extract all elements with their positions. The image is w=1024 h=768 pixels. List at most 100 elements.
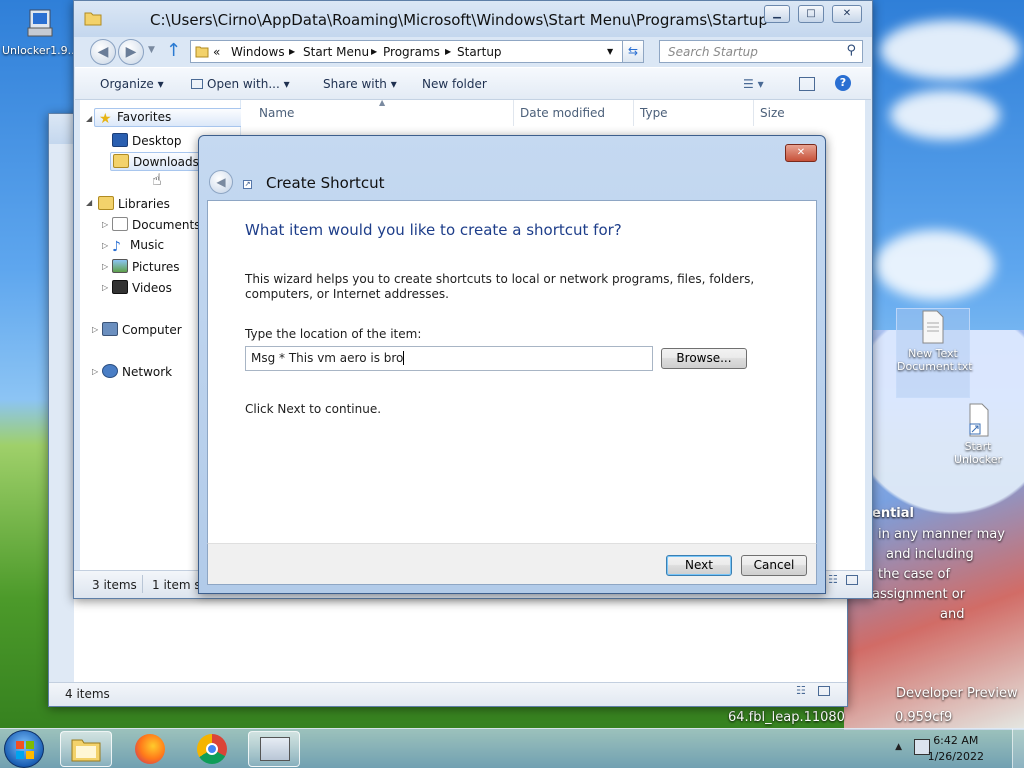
recent-pages-chevron-icon[interactable]: ▼ [148,45,155,55]
show-desktop-button[interactable] [1012,729,1024,768]
nav-music[interactable]: ♪ Music [112,238,164,255]
nav-libraries[interactable]: Libraries [98,196,170,211]
large-icons-view-icon[interactable] [846,575,858,585]
breadcrumb-separator-icon: ▶ [289,47,296,56]
breadcrumb-overflow[interactable]: « [213,45,220,59]
clock-date: 1/26/2022 [927,750,984,763]
expand-arrow-icon[interactable]: ◢ [86,114,92,123]
nav-videos[interactable]: Videos [112,280,172,295]
mouse-cursor-icon: ☝ [152,170,162,189]
breadcrumb-item[interactable]: Windows [231,45,285,59]
desktop-icon-unlocker-installer[interactable]: Unlocker1.9... [2,6,78,57]
location-input-value: Msg * This vm aero is bro [251,351,404,365]
overlay-line: 64.fbl_leap.11080 [728,710,845,725]
breadcrumb-item[interactable]: Start Menu [303,45,369,59]
column-date-modified[interactable]: Date modified [520,106,605,120]
taskbar-chrome[interactable] [186,731,238,767]
shortcut-file-icon [969,403,989,437]
tray-overflow-icon[interactable]: ▲ [895,742,902,752]
window-frame-edge [49,144,74,682]
music-icon: ♪ [112,239,121,255]
computer-icon [102,322,118,336]
large-icons-view-icon[interactable] [818,686,830,696]
preview-pane-icon[interactable] [799,77,815,91]
create-shortcut-dialog[interactable]: ✕ ◀ ↗ Create Shortcut What item would yo… [198,135,826,594]
start-button[interactable] [4,730,44,768]
overlay-line: and [940,607,965,622]
back-button[interactable]: ◀ [90,39,116,65]
share-with-menu[interactable]: Share with ▾ [323,77,397,91]
open-with-icon [191,79,203,89]
address-dropdown-icon[interactable]: ▼ [607,47,613,56]
details-view-icon[interactable]: ☷ [828,573,838,586]
minimize-button[interactable]: ▁ [764,5,790,23]
breadcrumb-separator-icon: ▶ [445,47,452,56]
taskbar-shortcut-wizard[interactable] [248,731,300,767]
breadcrumb-item[interactable]: Startup [457,45,502,59]
folder-icon [195,46,209,58]
back-button[interactable]: ◀ [209,170,233,194]
expand-arrow-icon[interactable]: ▷ [102,262,108,271]
nav-network[interactable]: Network [102,364,172,379]
desktop-icon-label: New Text Document.txt [897,347,973,373]
documents-icon [112,217,128,231]
browse-button[interactable]: Browse... [661,348,747,369]
star-icon: ★ [99,111,112,127]
column-name[interactable]: Name [259,106,294,120]
column-separator [513,100,514,126]
expand-arrow-icon[interactable]: ▷ [102,283,108,292]
change-view-icon[interactable]: ☰ ▾ [743,77,764,91]
text-caret [403,351,405,365]
item-count: 3 items [92,578,137,592]
maximize-button[interactable]: □ [798,5,824,23]
status-bar: 4 items [49,682,847,706]
expand-arrow-icon[interactable]: ▷ [92,367,98,376]
details-view-icon[interactable]: ☷ [796,684,806,697]
status-divider [142,575,143,593]
nav-computer[interactable]: Computer [102,322,182,337]
nav-pictures[interactable]: Pictures [112,259,180,274]
nav-downloads[interactable]: Downloads [110,152,208,171]
nav-favorites[interactable]: ★ Favorites [94,108,244,127]
cloud [875,230,995,300]
refresh-button[interactable]: ⇆ [622,40,644,63]
organize-menu[interactable]: Organize ▾ [100,77,164,91]
taskbar-firefox[interactable] [124,731,176,767]
cancel-button[interactable]: Cancel [741,555,807,576]
column-type[interactable]: Type [640,106,668,120]
breadcrumb-item[interactable]: Programs [383,45,440,59]
system-clock[interactable]: 6:42 AM 1/26/2022 [928,733,984,765]
expand-arrow-icon[interactable]: ◢ [86,198,92,207]
expand-arrow-icon[interactable]: ▷ [102,220,108,229]
overlay-line: ential [872,506,914,521]
expand-arrow-icon[interactable]: ▷ [92,325,98,334]
cloud [890,90,1000,140]
desktop-icon-new-text-document[interactable]: New Text Document.txt [896,308,973,398]
wizard-description: This wizard helps you to create shortcut… [245,272,755,301]
firefox-icon [135,734,165,764]
sort-arrow-icon: ▲ [379,98,386,107]
address-bar[interactable]: « Windows ▶ Start Menu ▶ Programs ▶ Star… [190,40,628,63]
column-size[interactable]: Size [760,106,785,120]
nav-desktop[interactable]: Desktop [112,133,182,148]
help-icon[interactable]: ? [835,75,851,91]
taskbar-explorer[interactable] [60,731,112,767]
close-button[interactable]: ✕ [785,144,817,162]
new-folder-button[interactable]: New folder [422,77,487,91]
forward-button[interactable]: ▶ [118,39,144,65]
up-arrow-icon[interactable]: ↑ [166,40,181,61]
open-with-menu[interactable]: Open with... ▾ [191,77,290,91]
text-file-icon [922,310,944,344]
overlay-line: 0.959cf9 [895,710,953,725]
desktop-icon-start-unlocker[interactable]: Start Unlocker [940,402,1016,466]
window-app-icon [260,737,290,761]
location-input[interactable]: Msg * This vm aero is bro [245,346,653,371]
overlay-line: assignment or [872,587,966,602]
search-input[interactable]: Search Startup ⚲ [659,40,863,63]
close-button[interactable]: ✕ [832,5,862,23]
window-title: C:\Users\Cirno\AppData\Roaming\Microsoft… [150,11,768,29]
desktop-icon [112,133,128,147]
nav-documents[interactable]: Documents [112,217,200,232]
expand-arrow-icon[interactable]: ▷ [102,241,108,250]
next-button[interactable]: Next [666,555,732,576]
